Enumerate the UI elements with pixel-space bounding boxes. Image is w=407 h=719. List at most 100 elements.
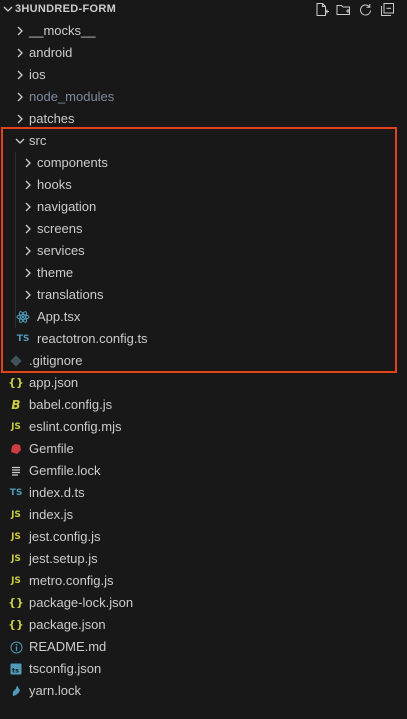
file-label: app.json <box>29 375 79 390</box>
folder-item[interactable]: src <box>0 130 407 152</box>
chevron-right-icon[interactable] <box>13 68 27 82</box>
folder-item[interactable]: ios <box>0 64 407 86</box>
typescript-icon: TS <box>9 488 23 498</box>
file-label: App.tsx <box>37 309 81 324</box>
new-file-icon[interactable] <box>313 1 329 17</box>
javascript-icon: JS <box>11 576 21 586</box>
file-label: babel.config.js <box>29 397 113 412</box>
collapse-all-icon[interactable] <box>379 1 395 17</box>
file-label: package-lock.json <box>29 595 134 610</box>
folder-label: screens <box>37 221 83 236</box>
folder-label: translations <box>37 287 104 302</box>
svg-text:ts: ts <box>12 667 19 675</box>
chevron-right-icon[interactable] <box>21 222 35 236</box>
folder-label: node_modules <box>29 89 115 104</box>
babel-icon: B <box>11 398 21 412</box>
indent-guide <box>15 152 16 328</box>
file-item[interactable]: TS index.d.ts <box>0 482 407 504</box>
file-label: jest.setup.js <box>29 551 98 566</box>
chevron-right-icon[interactable] <box>13 90 27 104</box>
file-label: .gitignore <box>29 353 83 368</box>
folder-item[interactable]: node_modules <box>0 86 407 108</box>
file-item[interactable]: README.md <box>0 636 407 658</box>
file-label: yarn.lock <box>29 683 82 698</box>
chevron-right-icon[interactable] <box>21 156 35 170</box>
file-label: package.json <box>29 617 106 632</box>
ruby-icon <box>9 442 23 456</box>
file-item[interactable]: App.tsx <box>0 306 407 328</box>
folder-item[interactable]: navigation <box>0 196 407 218</box>
folder-item[interactable]: screens <box>0 218 407 240</box>
folder-label: services <box>37 243 85 258</box>
folder-item[interactable]: hooks <box>0 174 407 196</box>
folder-label: src <box>29 133 47 148</box>
folder-item[interactable]: components <box>0 152 407 174</box>
file-tree: __mocks__android ios node_modulespatches sr… <box>0 20 407 702</box>
folder-label: theme <box>37 265 74 280</box>
file-item[interactable]: Gemfile <box>0 438 407 460</box>
file-item[interactable]: ts tsconfig.json <box>0 658 407 680</box>
file-label: index.d.ts <box>29 485 85 500</box>
file-item[interactable]: yarn.lock <box>0 680 407 702</box>
file-item[interactable]: JS metro.config.js <box>0 570 407 592</box>
file-item[interactable]: {} package.json <box>0 614 407 636</box>
file-item[interactable]: {} package-lock.json <box>0 592 407 614</box>
git-icon <box>9 354 23 368</box>
chevron-down-icon[interactable] <box>13 134 27 148</box>
file-item[interactable]: {} app.json <box>0 372 407 394</box>
explorer-title: 3HUNDRED-FORM <box>15 3 117 15</box>
typescript-icon: TS <box>16 334 30 344</box>
chevron-right-icon[interactable] <box>13 24 27 38</box>
file-item[interactable]: JS index.js <box>0 504 407 526</box>
file-label: jest.config.js <box>29 529 101 544</box>
explorer-header[interactable]: 3HUNDRED-FORM <box>0 0 407 20</box>
file-label: tsconfig.json <box>29 661 102 676</box>
file-label: README.md <box>29 639 107 654</box>
folder-label: hooks <box>37 177 72 192</box>
file-item[interactable]: TS reactotron.config.ts <box>0 328 407 350</box>
file-label: Gemfile.lock <box>29 463 101 478</box>
javascript-icon: JS <box>11 510 21 520</box>
chevron-right-icon[interactable] <box>21 178 35 192</box>
folder-item[interactable]: theme <box>0 262 407 284</box>
refresh-icon[interactable] <box>357 1 373 17</box>
file-label: metro.config.js <box>29 573 114 588</box>
react-icon <box>16 310 30 324</box>
javascript-icon: JS <box>11 422 21 432</box>
file-item[interactable]: Gemfile.lock <box>0 460 407 482</box>
chevron-right-icon[interactable] <box>21 200 35 214</box>
file-label: reactotron.config.ts <box>37 331 148 346</box>
file-item[interactable]: JS jest.config.js <box>0 526 407 548</box>
folder-item[interactable]: services <box>0 240 407 262</box>
chevron-down-icon[interactable] <box>2 3 14 15</box>
folder-item[interactable]: patches <box>0 108 407 130</box>
lock-lines-icon <box>9 464 23 478</box>
folder-label: android <box>29 45 73 60</box>
folder-item[interactable]: __mocks__ <box>0 20 407 42</box>
chevron-right-icon[interactable] <box>13 46 27 60</box>
json-icon: {} <box>8 596 24 609</box>
file-item[interactable]: Bbabel.config.js <box>0 394 407 416</box>
file-item[interactable]: .gitignore <box>0 350 407 372</box>
chevron-right-icon[interactable] <box>21 244 35 258</box>
yarn-icon <box>9 684 23 698</box>
chevron-right-icon[interactable] <box>21 288 35 302</box>
new-folder-icon[interactable] <box>335 1 351 17</box>
file-item[interactable]: JS jest.setup.js <box>0 548 407 570</box>
folder-item[interactable]: android <box>0 42 407 64</box>
folder-label: patches <box>29 111 75 126</box>
folder-item[interactable]: translations <box>0 284 407 306</box>
javascript-icon: JS <box>11 532 21 542</box>
info-icon <box>9 640 23 654</box>
folder-label: __mocks__ <box>29 23 96 38</box>
file-item[interactable]: JS eslint.config.mjs <box>0 416 407 438</box>
javascript-icon: JS <box>11 554 21 564</box>
folder-label: ios <box>29 67 46 82</box>
json-icon: {} <box>8 376 24 389</box>
file-label: Gemfile <box>29 441 74 456</box>
chevron-right-icon[interactable] <box>21 266 35 280</box>
chevron-right-icon[interactable] <box>13 112 27 126</box>
tsconfig-icon: ts <box>9 662 23 676</box>
file-label: eslint.config.mjs <box>29 419 122 434</box>
folder-label: navigation <box>37 199 97 214</box>
